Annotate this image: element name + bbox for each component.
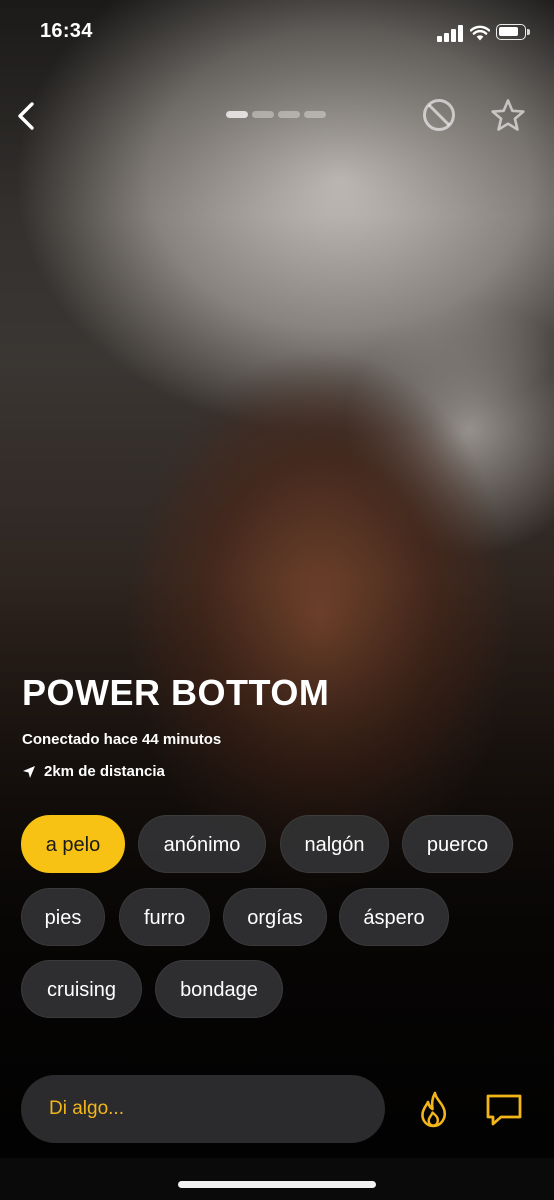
tag-chip[interactable]: pies [21,888,105,946]
last-seen-text: Conectado hace 44 minutos [22,731,222,748]
star-icon[interactable] [489,97,527,135]
tag-chip[interactable]: cruising [21,960,142,1018]
photo-gradient-overlay [0,0,554,1200]
tag-chip[interactable]: nalgón [280,815,389,873]
block-icon[interactable] [421,97,457,133]
chat-bubble-icon[interactable] [484,1090,524,1130]
home-indicator[interactable] [178,1181,376,1188]
bottom-safe-area [0,1158,554,1200]
tag-chip[interactable]: orgías [223,888,327,946]
page-dot [252,111,274,118]
back-chevron-icon[interactable] [14,98,40,134]
cellular-signal-icon [437,24,465,42]
status-time: 16:34 [40,20,93,42]
location-arrow-icon [23,765,35,778]
distance-text: 2km de distancia [44,763,165,780]
message-input[interactable]: Di algo... [21,1075,385,1143]
tag-chip[interactable]: anónimo [138,815,266,873]
tag-chip[interactable]: áspero [339,888,449,946]
page-dot [278,111,300,118]
distance-row: 2km de distancia [22,763,165,780]
tag-chip[interactable]: puerco [402,815,513,873]
page-dot [226,111,248,118]
wifi-icon [470,25,490,41]
battery-icon [496,24,530,40]
profile-name: POWER BOTTOM [22,672,330,713]
tag-chip[interactable]: furro [119,888,210,946]
status-bar: 16:34 [0,0,554,66]
tag-chip[interactable]: bondage [155,960,283,1018]
photo-page-indicator [226,111,328,119]
flame-icon[interactable] [414,1090,454,1130]
tag-chip[interactable]: a pelo [21,815,125,873]
page-dot [304,111,326,118]
